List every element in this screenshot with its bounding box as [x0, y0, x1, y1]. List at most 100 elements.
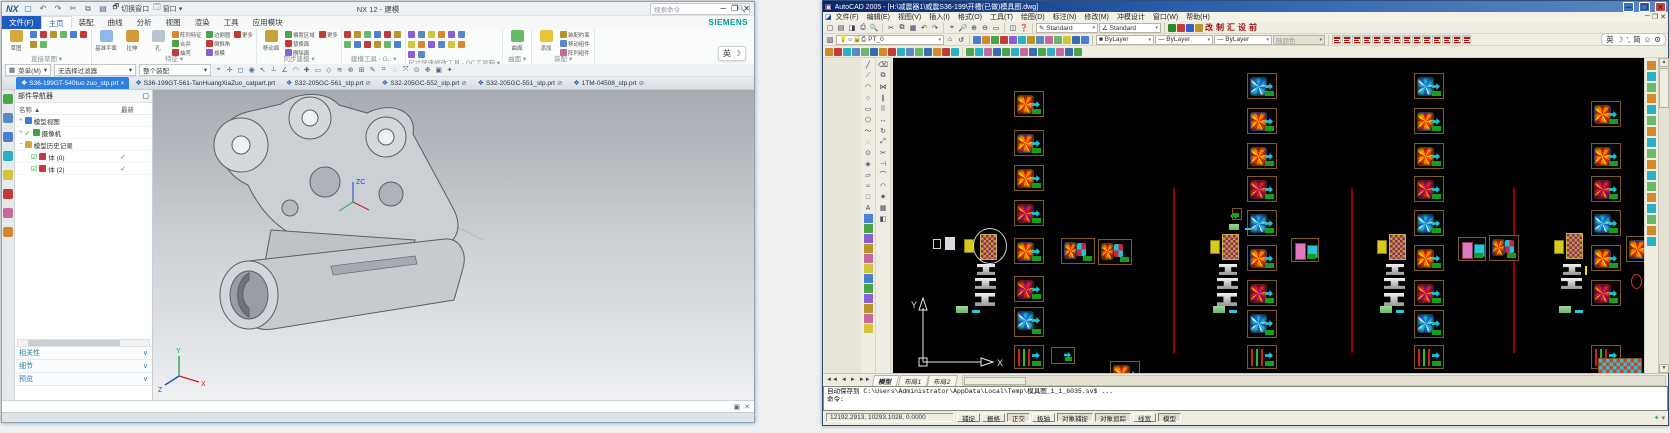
modify-tool-icon-9[interactable]: ⊣ — [878, 159, 888, 169]
dimension-tool-icon-6[interactable] — [1647, 127, 1656, 136]
make-layer-current-icon[interactable]: ⌂ — [945, 35, 955, 45]
ribbon-tool-icon[interactable] — [374, 31, 381, 38]
menu-dropdown[interactable]: ▦ 菜单(M) ▾ — [5, 64, 51, 76]
drawing-card-7[interactable] — [1014, 238, 1044, 264]
ribbon-minibutton-阵列组件[interactable]: 阵列组件 — [560, 48, 592, 56]
acad-menu-8[interactable]: 修改(M) — [1080, 12, 1113, 22]
status-toggle-正交[interactable]: 正交 — [1007, 413, 1030, 422]
resource-bar-icon-3[interactable] — [3, 151, 13, 161]
drawing-ii-31[interactable] — [1247, 345, 1277, 369]
status-toggle-线宽[interactable]: 线宽 — [1133, 413, 1156, 422]
acad-menu-11[interactable]: 帮助(H) — [1182, 12, 1214, 22]
resource-bar-icon-2[interactable] — [3, 132, 13, 142]
std-tool-icon-13[interactable]: ⊖ — [980, 23, 990, 33]
mold-tool-icon-2[interactable] — [843, 48, 851, 56]
lock-icon[interactable]: ▾ — [1661, 414, 1665, 422]
doc-minimize-button[interactable]: ─ — [1645, 13, 1650, 21]
nx-tab-0[interactable]: 文件(F) — [2, 16, 41, 29]
mold-tool2-icon-3[interactable] — [993, 48, 1001, 56]
drawing-bits-33[interactable] — [1229, 224, 1239, 230]
custom-tool-icon-7[interactable] — [1036, 36, 1044, 44]
std-tool-icon-12[interactable]: ⊕ — [969, 23, 979, 33]
modify-tool-icon-8[interactable]: ✂ — [878, 148, 888, 158]
status-icon-a[interactable]: ▣ — [734, 403, 741, 411]
nx-3d-viewport[interactable]: ZC Y X Z — [153, 90, 754, 400]
ribbon-tool-icon[interactable] — [70, 31, 77, 38]
ribbon-minibutton-阵列特征[interactable]: 阵列特征 — [172, 30, 204, 38]
ribbon-tool-icon[interactable] — [458, 31, 465, 38]
drawing-card-3[interactable] — [1014, 91, 1044, 117]
dimension-tool-icon-10[interactable] — [1647, 171, 1656, 180]
drawing-press-20[interactable] — [975, 278, 996, 289]
acad-vscrollbar[interactable]: ▲ ▼ — [1658, 58, 1669, 373]
draw-custom-icon-10[interactable] — [864, 314, 873, 323]
mold-tool-icon-3[interactable] — [852, 48, 860, 56]
std-tool-icon-1[interactable]: ▤ — [836, 23, 846, 33]
selection-filter-dropdown[interactable]: 无选择过滤器▾ — [54, 64, 136, 76]
drawing-press-52[interactable] — [1386, 264, 1404, 275]
mold-tool2-icon-9[interactable] — [1047, 48, 1055, 56]
custom-tool-icon-1[interactable] — [982, 36, 990, 44]
tab-pin-icon[interactable]: ⊘ — [461, 79, 466, 87]
status-toggle-捕捉[interactable]: 捕捉 — [957, 413, 980, 422]
minimize-button[interactable]: ─ — [720, 4, 726, 14]
drawing-press-67[interactable] — [1563, 264, 1581, 275]
ribbon-minibutton-倒斜角[interactable]: 倒斜角 — [206, 39, 232, 47]
mold-tool2-icon-2[interactable] — [984, 48, 992, 56]
drawing-card-73[interactable] — [1110, 361, 1140, 373]
ribbon-tool-icon[interactable] — [344, 41, 351, 48]
mold-tool2-icon-12[interactable] — [1074, 48, 1082, 56]
draw-tool-icon-9[interactable]: ◈ — [863, 159, 873, 169]
text-style-dropdown[interactable]: ✎ Standard▾ — [1036, 23, 1098, 33]
ribbon-tool-icon[interactable] — [438, 31, 445, 38]
comm-center-icon[interactable]: ✦ — [1654, 414, 1660, 422]
tree-expander[interactable]: − — [19, 141, 23, 148]
copy-icon[interactable]: ⧉ — [83, 3, 94, 14]
draw-tool-icon-3[interactable]: ○ — [863, 93, 873, 103]
acad-hscrollbar[interactable] — [962, 375, 1666, 386]
draw-custom-icon-11[interactable] — [864, 324, 873, 333]
red-char-tool-icon-11[interactable] — [1442, 35, 1451, 44]
ribbon-bigbutton-草图[interactable]: 草图 — [4, 30, 28, 52]
mold-tool-icon-9[interactable] — [906, 48, 914, 56]
resource-bar-icon-7[interactable] — [3, 227, 13, 237]
std-tool-icon-9[interactable]: ↷ — [930, 23, 940, 33]
drawing-sbox-11[interactable] — [1051, 347, 1075, 364]
std-tool-icon-4[interactable]: 🔍 — [869, 23, 879, 33]
drawing-bits-55[interactable] — [1380, 306, 1392, 313]
red-tool-改[interactable]: 改 — [1204, 22, 1214, 33]
red-char-tool-icon-8[interactable] — [1412, 35, 1421, 44]
modify-tool-icon-3[interactable]: ∥ — [878, 93, 888, 103]
drawing-card-46[interactable] — [1414, 245, 1444, 271]
acad-menu-4[interactable]: 格式(O) — [954, 12, 986, 22]
drawing-wide2-56[interactable] — [1458, 237, 1486, 261]
doc-restore-button[interactable]: ❐ — [1652, 13, 1658, 21]
resource-bar-icon-4[interactable] — [3, 170, 13, 180]
navigator-row-4[interactable]: ☑体 (2)✓ — [15, 163, 152, 175]
custom-tool-icon-12[interactable] — [1081, 36, 1089, 44]
std-tool-icon-3[interactable]: ⎙ — [858, 23, 868, 33]
dimension-tool-icon-0[interactable] — [1647, 61, 1656, 70]
acad-menu-9[interactable]: 冲模设计 — [1113, 12, 1149, 22]
red-char-tool-icon-10[interactable] — [1432, 35, 1441, 44]
std-tool-icon-14[interactable]: ▭ — [991, 23, 1001, 33]
drawing-wide-13[interactable] — [1098, 239, 1132, 265]
dimension-tool-icon-9[interactable] — [1647, 160, 1656, 169]
acad-menu-5[interactable]: 工具(T) — [986, 12, 1017, 22]
drawing-gbox-15[interactable] — [945, 237, 955, 250]
std-tool-icon-7[interactable]: ▦ — [908, 23, 918, 33]
layer-manager-icon[interactable]: ▧ — [825, 35, 835, 45]
drawing-card-61[interactable] — [1591, 210, 1621, 236]
draw-custom-icon-5[interactable] — [864, 264, 873, 273]
mold-tool-icon-8[interactable] — [897, 48, 905, 56]
red-char-tool-icon-9[interactable] — [1422, 35, 1431, 44]
file-tab-3[interactable]: ❖S32-205GC-552_stp.prt⊘ — [377, 77, 472, 89]
nx-tab-7[interactable]: 工具 — [217, 16, 246, 29]
drawing-yellow-65[interactable] — [1554, 240, 1564, 254]
tab-close-icon[interactable]: × — [121, 80, 125, 87]
ribbon-minibutton-边倒圆[interactable]: 边倒圆 — [206, 30, 232, 38]
ribbon-tool-icon[interactable] — [354, 31, 361, 38]
red-tool-设[interactable]: 设 — [1237, 22, 1247, 33]
modify-tool-icon-7[interactable]: ⤢ — [878, 137, 888, 147]
column-status[interactable]: 最新 — [121, 104, 134, 114]
